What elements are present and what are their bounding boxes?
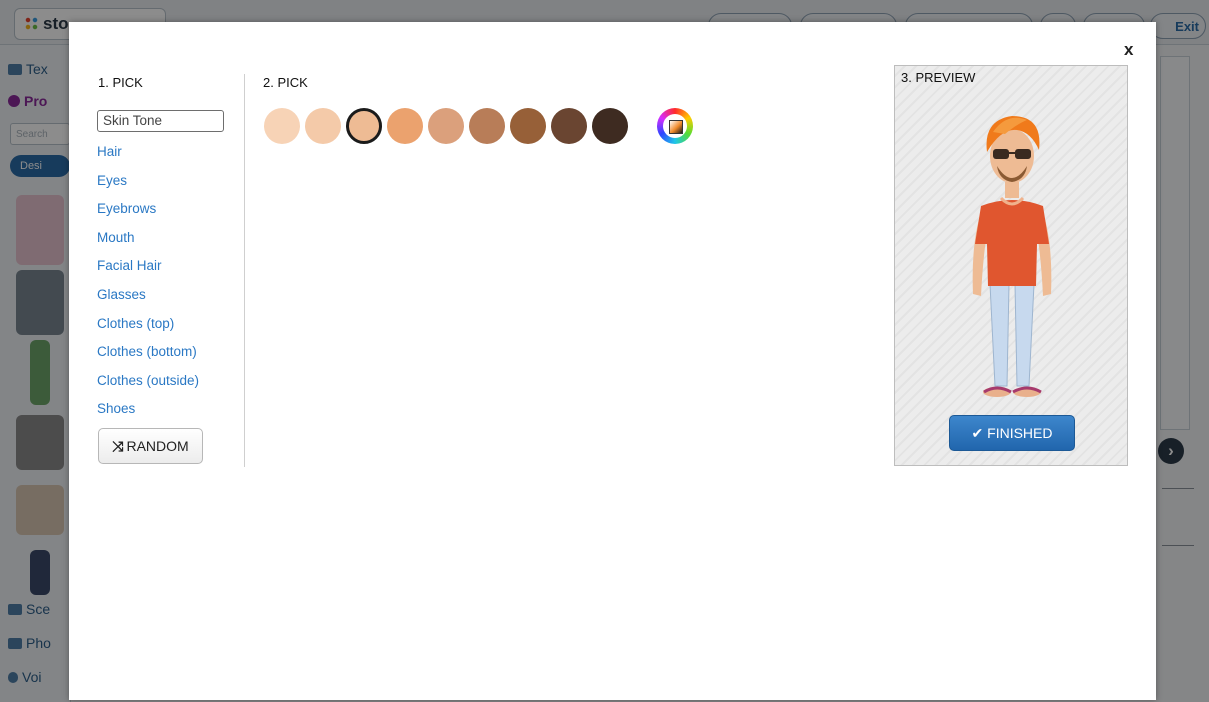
skin-tone-swatch[interactable] [305,108,341,144]
shuffle-icon: ⤨ [112,438,124,454]
column-divider [244,74,245,467]
step3-heading: 3. PREVIEW [901,70,976,85]
skin-tone-swatch[interactable] [510,108,546,144]
category-item-shoes[interactable]: Shoes [97,395,227,424]
category-item-eyes[interactable]: Eyes [97,167,227,196]
skin-tone-swatch[interactable] [551,108,587,144]
category-item-clothes-top[interactable]: Clothes (top) [97,310,227,339]
finished-button[interactable]: ✔ FINISHED [949,415,1075,451]
category-item-eyebrows[interactable]: Eyebrows [97,195,227,224]
category-item-facial-hair[interactable]: Facial Hair [97,252,227,281]
category-item-clothes-bottom[interactable]: Clothes (bottom) [97,338,227,367]
category-item-clothes-outside[interactable]: Clothes (outside) [97,367,227,396]
character-designer-modal: x 1. PICK Skin Tone Hair Eyes Eyebrows M… [69,22,1156,700]
check-icon: ✔ [971,425,984,441]
category-item-mouth[interactable]: Mouth [97,224,227,253]
category-item-glasses[interactable]: Glasses [97,281,227,310]
skin-tone-swatch[interactable] [428,108,464,144]
category-list: Skin Tone Hair Eyes Eyebrows Mouth Facia… [97,108,227,424]
preview-panel: 3. PREVIEW ✔ FINISHED [894,65,1128,466]
random-button[interactable]: ⤨ RANDOM [98,428,203,464]
skin-tone-swatch[interactable] [387,108,423,144]
close-button[interactable]: x [1124,40,1133,60]
step2-heading: 2. PICK [263,75,308,90]
skin-tone-swatch[interactable] [469,108,505,144]
category-item-hair[interactable]: Hair [97,138,227,167]
skin-tone-swatch[interactable] [264,108,300,144]
color-wheel-icon[interactable] [657,108,693,144]
character-preview-image [972,116,1052,397]
category-item-skin-tone[interactable]: Skin Tone [97,110,224,132]
step1-heading: 1. PICK [98,75,143,90]
skin-tone-swatch[interactable] [592,108,628,144]
skin-tone-swatch[interactable] [346,108,382,144]
